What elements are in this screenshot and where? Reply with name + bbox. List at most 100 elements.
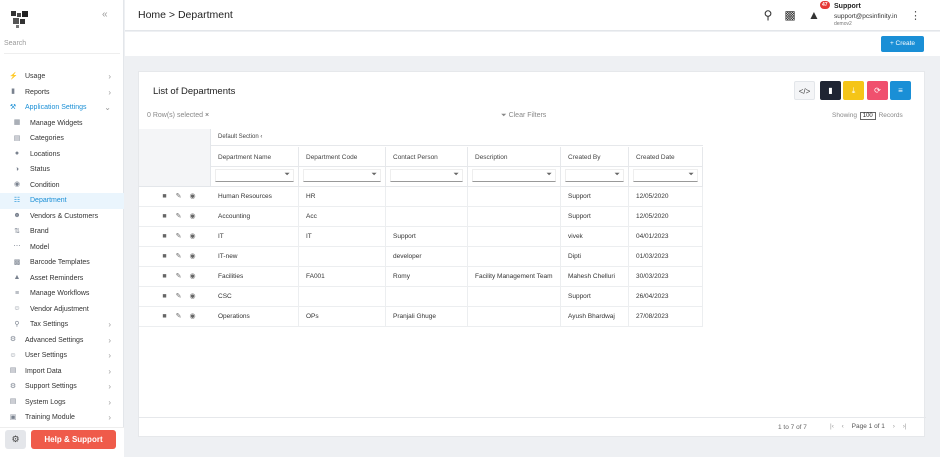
columns-button[interactable]: ≡ bbox=[890, 81, 911, 100]
sidebar-item-brand[interactable]: ⇅ Brand bbox=[0, 224, 124, 240]
filter-created-by[interactable]: ⏷ bbox=[561, 167, 629, 187]
sidebar-item-tax-settings[interactable]: ⚲ Tax Settings › bbox=[0, 317, 124, 333]
sidebar-item-system-logs[interactable]: ▤ System Logs › bbox=[0, 395, 124, 411]
sidebar-item-vendor-adjustment[interactable]: ☺ Vendor Adjustment bbox=[0, 302, 124, 318]
columns-icon: ≡ bbox=[898, 86, 903, 95]
zoom-search-icon[interactable]: ⚲ bbox=[761, 8, 775, 22]
sidebar-item-categories[interactable]: ▤ Categories bbox=[0, 131, 124, 147]
chevron-right-icon: › bbox=[108, 366, 111, 376]
sidebar-item-barcode-templates[interactable]: ▩ Barcode Templates bbox=[0, 255, 124, 271]
view-icon[interactable]: ◉ bbox=[187, 272, 198, 280]
first-page-icon[interactable]: |‹ bbox=[830, 423, 834, 430]
user-info[interactable]: Support support@pcsinfinity.in demov2 bbox=[834, 3, 897, 27]
delete-icon[interactable]: ■ bbox=[159, 253, 170, 260]
sidebar-search-input[interactable]: Search bbox=[4, 40, 120, 54]
sidebar-item-import-data[interactable]: ▤ Import Data › bbox=[0, 364, 124, 380]
table-cell bbox=[386, 287, 468, 307]
filter-created-date[interactable]: ⏷ bbox=[629, 167, 703, 187]
edit-icon[interactable]: ✎ bbox=[173, 272, 184, 280]
barcode-scan-icon[interactable]: ▩ bbox=[783, 8, 797, 22]
delete-icon[interactable]: ■ bbox=[159, 293, 170, 300]
edit-icon[interactable]: ✎ bbox=[173, 252, 184, 260]
sidebar-menu: ⚡ Usage › ▮ Reports › ⚒ Application Settings ⌄… bbox=[0, 69, 124, 426]
filter-department-name[interactable]: ⏷ bbox=[211, 167, 299, 187]
group-header[interactable]: Default Section ‹ bbox=[211, 129, 703, 146]
sidebar-item-advanced-settings[interactable]: ⚙ Advanced Settings › bbox=[0, 333, 124, 349]
users-icon: ☺ bbox=[9, 351, 17, 359]
sidebar-item-support-settings[interactable]: ⚙ Support Settings › bbox=[0, 379, 124, 395]
column-header-department-code[interactable]: Department Code bbox=[299, 147, 386, 167]
edit-icon[interactable]: ✎ bbox=[173, 192, 184, 200]
column-header-department-name[interactable]: Department Name bbox=[211, 147, 299, 167]
view-icon[interactable]: ◉ bbox=[187, 212, 198, 220]
sidebar-item-usage[interactable]: ⚡ Usage › bbox=[0, 69, 124, 85]
view-icon[interactable]: ◉ bbox=[187, 192, 198, 200]
refresh-icon: ⟳ bbox=[874, 86, 881, 95]
refresh-button[interactable]: ⟳ bbox=[867, 81, 888, 100]
collapse-sidebar-icon[interactable]: « bbox=[102, 9, 108, 20]
sidebar-item-department[interactable]: ☷ Department bbox=[0, 193, 124, 209]
sidebar-item-condition[interactable]: ◉ Condition bbox=[0, 178, 124, 194]
column-header-description[interactable]: Description bbox=[468, 147, 561, 167]
edit-icon[interactable]: ✎ bbox=[173, 232, 184, 240]
pdf-export-button[interactable]: ▮ bbox=[820, 81, 841, 100]
page-size-control: Showing 100 Records bbox=[832, 112, 903, 120]
view-icon[interactable]: ◉ bbox=[187, 292, 198, 300]
company-logo[interactable] bbox=[9, 8, 31, 30]
sidebar-item-vendors-customers[interactable]: ☻ Vendors & Customers bbox=[0, 209, 124, 225]
last-page-icon[interactable]: ›| bbox=[903, 423, 907, 430]
filter-contact-person[interactable]: ⏷ bbox=[386, 167, 468, 187]
help-support-button[interactable]: Help & Support bbox=[31, 430, 116, 449]
view-icon[interactable]: ◉ bbox=[187, 232, 198, 240]
filter-description[interactable]: ⏷ bbox=[468, 167, 561, 187]
edit-icon[interactable]: ✎ bbox=[173, 212, 184, 220]
sidebar-item-reports[interactable]: ▮ Reports › bbox=[0, 85, 124, 101]
delete-icon[interactable]: ■ bbox=[159, 273, 170, 280]
chevron-right-icon: › bbox=[108, 320, 111, 329]
column-header-created-date[interactable]: Created Date bbox=[629, 147, 703, 167]
sidebar-item-user-settings[interactable]: ☺ User Settings › bbox=[0, 348, 124, 364]
table-row[interactable]: ■ ✎ ◉ IT-new developer Dipti 01/03/2023 bbox=[139, 247, 703, 267]
sidebar-item-locations[interactable]: ● Locations bbox=[0, 147, 124, 163]
column-header-contact-person[interactable]: Contact Person bbox=[386, 147, 468, 167]
view-icon[interactable]: ◉ bbox=[187, 312, 198, 320]
delete-icon[interactable]: ■ bbox=[159, 313, 170, 320]
sidebar-item-status[interactable]: ◑ Status bbox=[0, 162, 124, 178]
download-button[interactable]: ⤓ bbox=[843, 81, 864, 100]
delete-icon[interactable]: ■ bbox=[159, 233, 170, 240]
sidebar-item-manage-workflows[interactable]: ≡ Manage Workflows bbox=[0, 286, 124, 302]
notification-bell-icon[interactable]: ▲ bbox=[807, 8, 821, 22]
sidebar-item-application-settings[interactable]: ⚒ Application Settings ⌄ bbox=[0, 100, 124, 116]
table-row[interactable]: ■ ✎ ◉ Human Resources HR Support 12/05/2020 bbox=[139, 187, 703, 207]
page-indicator: Page 1 of 1 bbox=[851, 423, 885, 430]
delete-icon[interactable]: ■ bbox=[159, 193, 170, 200]
table-row[interactable]: ■ ✎ ◉ Accounting Acc Support 12/05/2020 bbox=[139, 207, 703, 227]
edit-icon[interactable]: ✎ bbox=[173, 312, 184, 320]
sidebar-item-label: Advanced Settings bbox=[25, 336, 84, 344]
table-cell: HR bbox=[299, 187, 386, 207]
view-icon[interactable]: ◉ bbox=[187, 252, 198, 260]
delete-icon[interactable]: ■ bbox=[159, 213, 170, 220]
prev-page-icon[interactable]: ‹ bbox=[842, 423, 844, 430]
clear-selection-icon[interactable]: × bbox=[205, 112, 209, 119]
settings-gear-button[interactable]: ⚙ bbox=[5, 430, 26, 449]
table-row[interactable]: ■ ✎ ◉ CSC Support 26/04/2023 bbox=[139, 287, 703, 307]
table-row[interactable]: ■ ✎ ◉ IT IT Support vivek 04/01/2023 bbox=[139, 227, 703, 247]
sidebar-item-training-module[interactable]: ▣ Training Module › bbox=[0, 410, 124, 426]
table-cell: Ayush Bhardwaj bbox=[561, 307, 629, 327]
page-size-select[interactable]: 100 bbox=[859, 112, 876, 120]
next-page-icon[interactable]: › bbox=[893, 423, 895, 430]
edit-icon[interactable]: ✎ bbox=[173, 292, 184, 300]
more-menu-icon[interactable]: ⋮ bbox=[910, 9, 921, 22]
table-row[interactable]: ■ ✎ ◉ Facilities FA001 Romy Facility Managemen… bbox=[139, 267, 703, 287]
column-header-created-by[interactable]: Created By bbox=[561, 147, 629, 167]
filter-department-code[interactable]: ⏷ bbox=[299, 167, 386, 187]
clear-filters-button[interactable]: ⏷ Clear Filters bbox=[501, 112, 546, 120]
create-button[interactable]: + Create bbox=[881, 36, 924, 52]
sidebar-item-asset-reminders[interactable]: ▲ Asset Reminders bbox=[0, 271, 124, 287]
table-row[interactable]: ■ ✎ ◉ Operations OPs Pranjali Ghuge Ayush Bhar… bbox=[139, 307, 703, 327]
sidebar-item-model[interactable]: ⋯ Model bbox=[0, 240, 124, 256]
sidebar-item-manage-widgets[interactable]: ▦ Manage Widgets bbox=[0, 116, 124, 132]
barcode-icon: ▩ bbox=[13, 258, 21, 266]
code-view-button[interactable]: </> bbox=[794, 81, 815, 100]
